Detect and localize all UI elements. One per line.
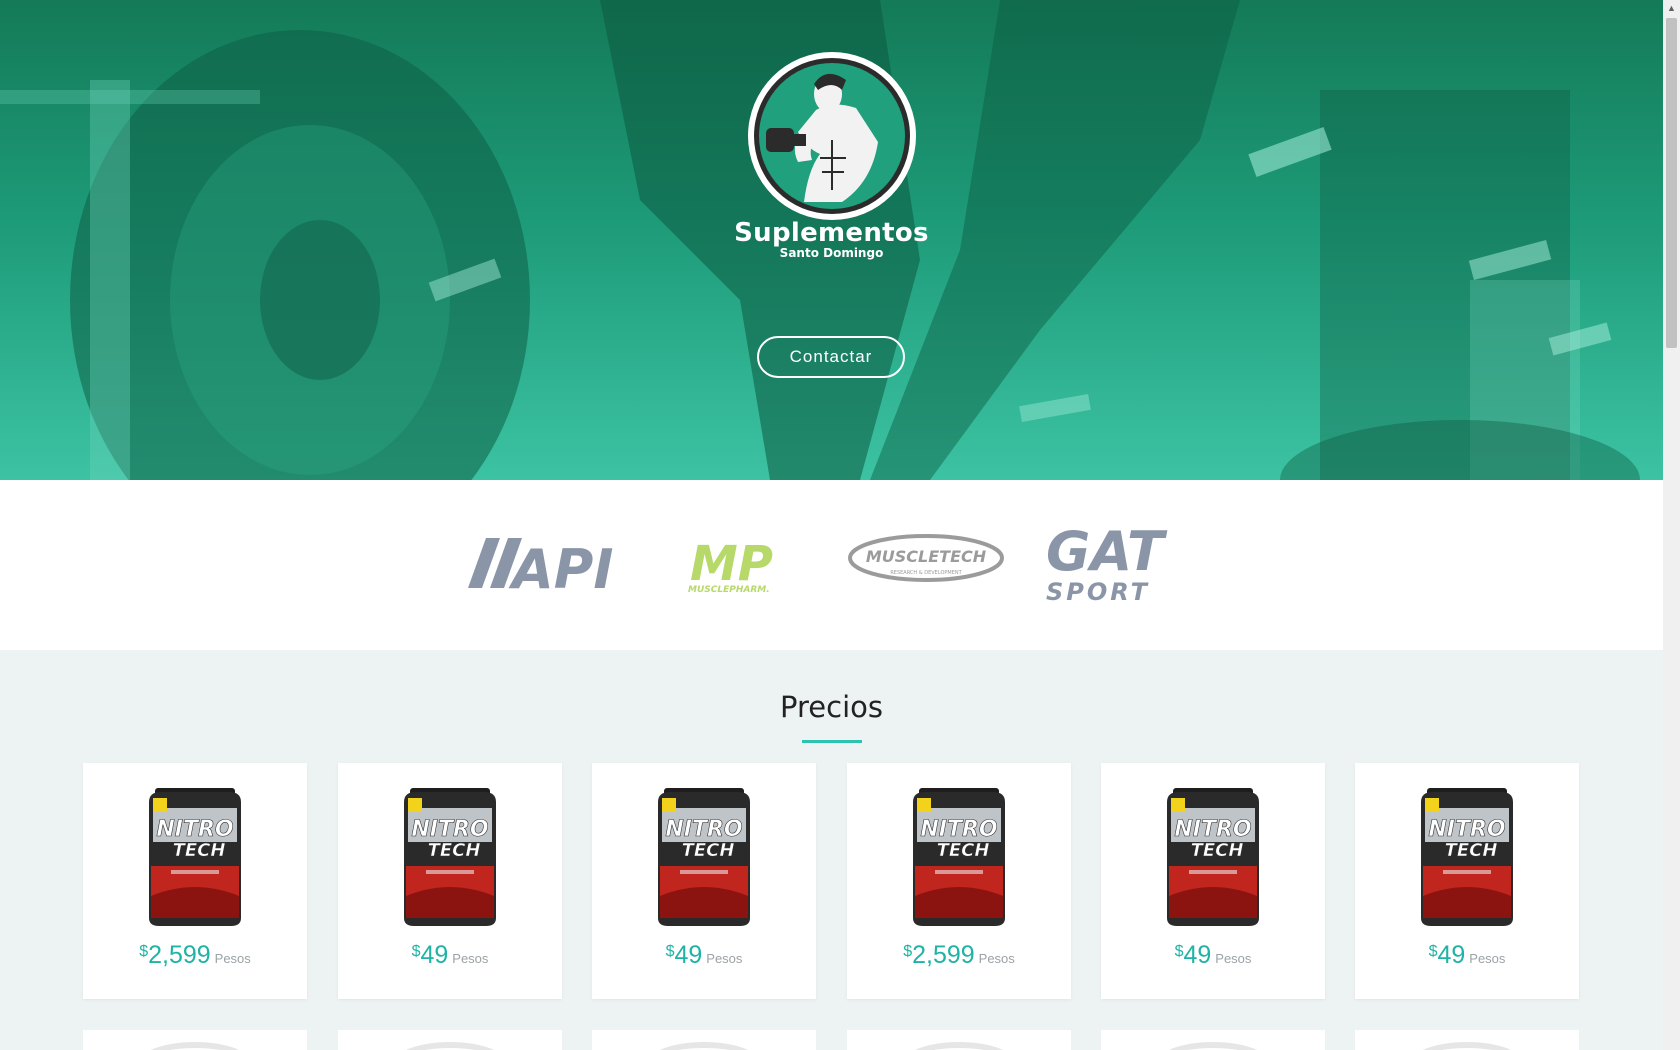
brand-logo (746, 50, 918, 222)
price-amount: 2,599 (148, 941, 211, 969)
price-unit: Pesos (214, 951, 251, 966)
product-image: NITRO TECH (149, 788, 241, 926)
product-card-row2[interactable] (1101, 1030, 1325, 1050)
product-price: $2,599 Pesos (83, 941, 307, 970)
brand-logo-musclepharm[interactable]: MP MUSCLEPHARM. (686, 536, 796, 599)
svg-text:NITRO: NITRO (411, 817, 488, 842)
brand-logo-muscletech[interactable]: MUSCLETECH RESEARCH & DEVELOPMENT (848, 532, 1008, 593)
prices-title: Precios (780, 690, 883, 724)
product-card[interactable]: NITRO TECH $49 Pesos (338, 763, 562, 999)
brands-strip: API MP MUSCLEPHARM. MUSCLETECH RESEARCH … (0, 480, 1663, 650)
svg-text:NITRO: NITRO (1428, 817, 1505, 842)
price-currency: $ (411, 943, 421, 960)
product-image: NITRO TECH (658, 788, 750, 926)
product-card-row2[interactable] (83, 1030, 307, 1050)
brand-muscletech-sub: RESEARCH & DEVELOPMENT (890, 570, 962, 576)
product-price: $49 Pesos (338, 941, 562, 970)
price-amount: 49 (420, 941, 449, 969)
price-currency: $ (139, 943, 149, 960)
price-amount: 49 (1183, 941, 1212, 969)
price-amount: 2,599 (912, 941, 975, 969)
price-unit: Pesos (1469, 951, 1506, 966)
product-card[interactable]: NITRO TECH $2,599 Pesos (847, 763, 1071, 999)
brand-gat-text: GAT (1046, 522, 1168, 583)
brand-mp-text: MP (690, 538, 773, 592)
product-card[interactable]: NITRO TECH $49 Pesos (592, 763, 816, 999)
product-card[interactable]: NITRO TECH $2,599 Pesos (83, 763, 307, 999)
svg-text:TECH: TECH (1191, 840, 1244, 861)
svg-text:TECH: TECH (682, 840, 735, 861)
brand-api-text: API (508, 538, 613, 594)
brand-gat-sub: SPORT (1046, 578, 1150, 606)
price-currency: $ (665, 943, 675, 960)
brand-subtitle: Santo Domingo (779, 246, 884, 260)
svg-text:TECH: TECH (1445, 840, 1498, 861)
contact-button[interactable]: Contactar (757, 336, 905, 378)
svg-text:TECH: TECH (937, 840, 990, 861)
price-currency: $ (903, 943, 913, 960)
hero-section: Suplementos Santo Domingo Contactar (0, 0, 1663, 480)
product-card[interactable]: NITRO TECH $49 Pesos (1355, 763, 1579, 999)
price-currency: $ (1174, 943, 1184, 960)
page: Suplementos Santo Domingo Contactar API … (0, 0, 1663, 1050)
product-price: $49 Pesos (592, 941, 816, 970)
price-unit: Pesos (978, 951, 1015, 966)
product-price: $49 Pesos (1101, 941, 1325, 970)
brand-logo-api[interactable]: API (468, 538, 628, 601)
price-currency: $ (1428, 943, 1438, 960)
brand-title: Suplementos (734, 218, 929, 248)
product-image: NITRO TECH (404, 788, 496, 926)
product-card[interactable]: NITRO TECH $49 Pesos (1101, 763, 1325, 999)
price-amount: 49 (1437, 941, 1466, 969)
product-image: NITRO TECH (1167, 788, 1259, 926)
svg-text:TECH: TECH (173, 840, 226, 861)
svg-text:NITRO: NITRO (156, 817, 233, 842)
product-card-row2[interactable] (847, 1030, 1071, 1050)
prices-section: Precios NITRO TECH $2,599 Pesos NITRO TE… (0, 650, 1663, 1050)
brand-mp-sub: MUSCLEPHARM. (688, 585, 770, 594)
scroll-thumb[interactable] (1666, 18, 1677, 348)
product-image: NITRO TECH (913, 788, 1005, 926)
scroll-up-arrow-icon[interactable]: ▲ (1663, 0, 1680, 17)
price-amount: 49 (674, 941, 703, 969)
svg-text:NITRO: NITRO (1174, 817, 1251, 842)
svg-text:TECH: TECH (428, 840, 481, 861)
svg-text:NITRO: NITRO (920, 817, 997, 842)
product-price: $2,599 Pesos (847, 941, 1071, 970)
price-unit: Pesos (706, 951, 743, 966)
scrollbar[interactable]: ▲ (1663, 0, 1680, 1050)
price-unit: Pesos (452, 951, 489, 966)
product-card-row2[interactable] (1355, 1030, 1579, 1050)
product-card-row2[interactable] (592, 1030, 816, 1050)
product-image: NITRO TECH (1421, 788, 1513, 926)
brand-logo-gat-sport[interactable]: GAT SPORT (1044, 520, 1204, 611)
price-unit: Pesos (1215, 951, 1252, 966)
product-price: $49 Pesos (1355, 941, 1579, 970)
product-card-row2[interactable] (338, 1030, 562, 1050)
title-underline (802, 740, 862, 743)
svg-text:NITRO: NITRO (665, 817, 742, 842)
brand-muscletech-text: MUSCLETECH (866, 547, 987, 566)
